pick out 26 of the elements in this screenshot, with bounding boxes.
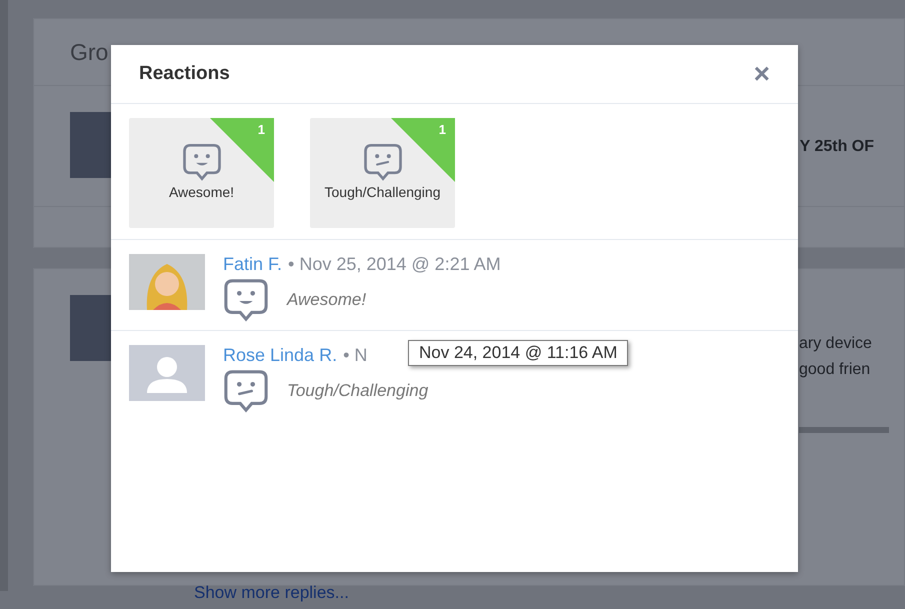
post-text: ary device [799, 335, 873, 353]
reaction-text: Awesome! [287, 290, 366, 310]
dialog-title: Reactions [139, 63, 230, 85]
count-badge [391, 118, 455, 182]
unsure-speech-bubble-icon [362, 142, 402, 182]
close-button[interactable]: × [754, 60, 770, 88]
user-name-link[interactable]: Fatin F. [223, 254, 282, 275]
reaction-count: 1 [438, 122, 446, 137]
reaction-label: Tough/Challenging [324, 184, 442, 201]
user-name-link[interactable]: Rose Linda R. [223, 345, 338, 366]
reaction-count: 1 [258, 122, 265, 137]
smiling-speech-bubble-icon [182, 142, 222, 182]
reaction-text: Tough/Challenging [287, 381, 428, 401]
reaction-label: Awesome! [168, 184, 236, 201]
count-badge [210, 118, 274, 182]
reaction-tile[interactable]: 1 Tough/Challenging [310, 118, 455, 228]
post-text: good frien [799, 361, 872, 379]
unsure-speech-bubble-icon [223, 368, 269, 414]
section-heading: Gro [70, 38, 108, 66]
reaction-tile[interactable]: 1 Awesome! [129, 118, 274, 228]
date-tooltip: Nov 24, 2014 @ 11:16 AM [408, 340, 628, 366]
post-title: Y 25th OF [800, 137, 874, 157]
reaction-date: • N [343, 345, 368, 366]
smiling-speech-bubble-icon [223, 277, 269, 323]
reaction-date: • Nov 25, 2014 @ 2:21 AM [288, 254, 501, 275]
show-more-link[interactable]: Show more replies... [194, 583, 349, 603]
